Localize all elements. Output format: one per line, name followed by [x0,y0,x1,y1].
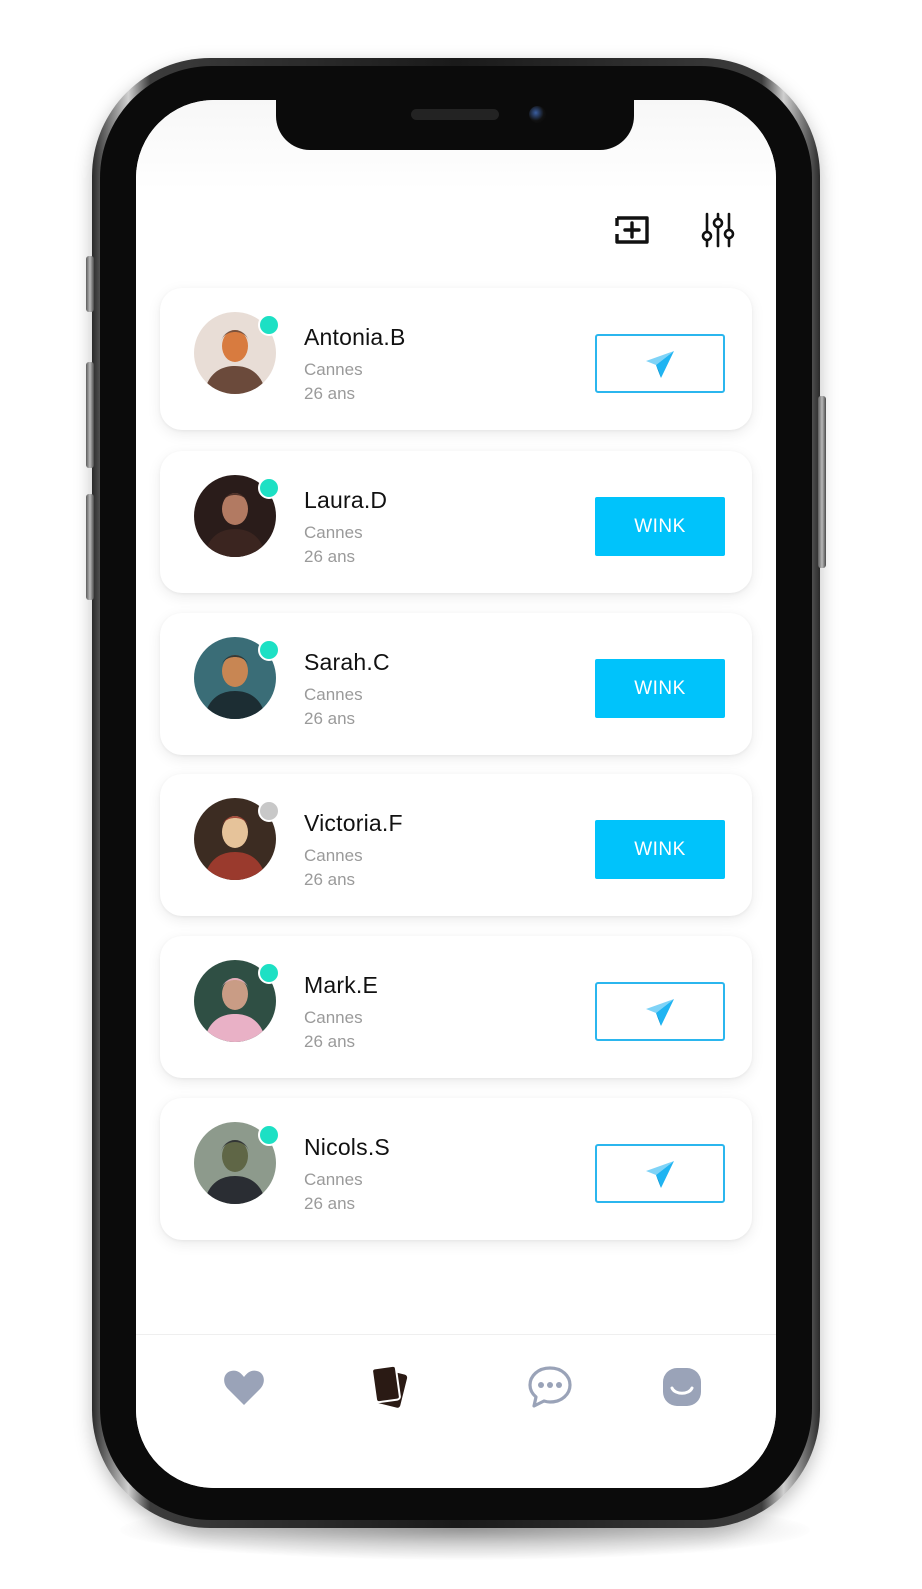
wink-button[interactable]: WINK [595,659,725,718]
add-story-icon[interactable] [612,210,652,250]
profile-name: Victoria.F [304,810,403,836]
wink-button[interactable]: WINK [595,497,725,556]
profile-age: 26 ans [304,1032,356,1051]
profile-name: Antonia.B [304,324,406,350]
chat-icon[interactable] [526,1363,574,1411]
volume-up-button [86,362,94,468]
profile-card[interactable]: Antonia.B Cannes 26 ans [160,288,752,430]
phone-notch [276,100,634,150]
mockup-stage: Antonia.B Cannes 26 ans Laura.D Cannes 26 ans… [0,0,922,1589]
profile-name: Nicols.S [304,1134,390,1160]
speaker-grille [411,109,499,120]
app-screen: Antonia.B Cannes 26 ans Laura.D Cannes 26 ans… [136,100,776,1488]
profile-city: Cannes [304,1170,363,1189]
online-status-dot [258,639,280,661]
volume-down-button [86,494,94,600]
send-message-button[interactable] [595,334,725,393]
profile-name: Mark.E [304,972,379,998]
cards-icon[interactable] [368,1363,416,1411]
top-bar [136,190,776,275]
profile-age: 26 ans [304,384,356,403]
profile-card[interactable]: Victoria.F Cannes 26 ans WINK [160,774,752,916]
profile-age: 26 ans [304,547,356,566]
online-status-dot [258,962,280,984]
heart-icon[interactable] [220,1363,268,1411]
profile-age: 26 ans [304,1194,356,1213]
online-status-dot [258,1124,280,1146]
profile-city: Cannes [304,360,363,379]
filter-sliders-icon[interactable] [698,210,738,250]
profile-card[interactable]: Nicols.S Cannes 26 ans [160,1098,752,1240]
paper-plane-icon [646,1160,674,1188]
profile-city: Cannes [304,1008,363,1027]
profile-card[interactable]: Mark.E Cannes 26 ans [160,936,752,1078]
profile-name: Laura.D [304,487,388,513]
match-list: Antonia.B Cannes 26 ans Laura.D Cannes 26 ans… [136,274,776,1334]
profile-city: Cannes [304,846,363,865]
profile-city: Cannes [304,523,363,542]
mute-switch [86,256,94,312]
profile-name: Sarah.C [304,649,390,675]
power-button [818,396,826,568]
paper-plane-icon [646,350,674,378]
send-message-button[interactable] [595,1144,725,1203]
profile-face-icon[interactable] [658,1363,706,1411]
wink-button[interactable]: WINK [595,820,725,879]
front-camera [529,106,546,123]
bottom-tab-bar [136,1334,776,1488]
profile-city: Cannes [304,685,363,704]
online-status-dot [258,477,280,499]
profile-card[interactable]: Sarah.C Cannes 26 ans WINK [160,613,752,755]
offline-status-dot [258,800,280,822]
profile-age: 26 ans [304,870,356,889]
paper-plane-icon [646,998,674,1026]
profile-card[interactable]: Laura.D Cannes 26 ans WINK [160,451,752,593]
online-status-dot [258,314,280,336]
profile-age: 26 ans [304,709,356,728]
send-message-button[interactable] [595,982,725,1041]
